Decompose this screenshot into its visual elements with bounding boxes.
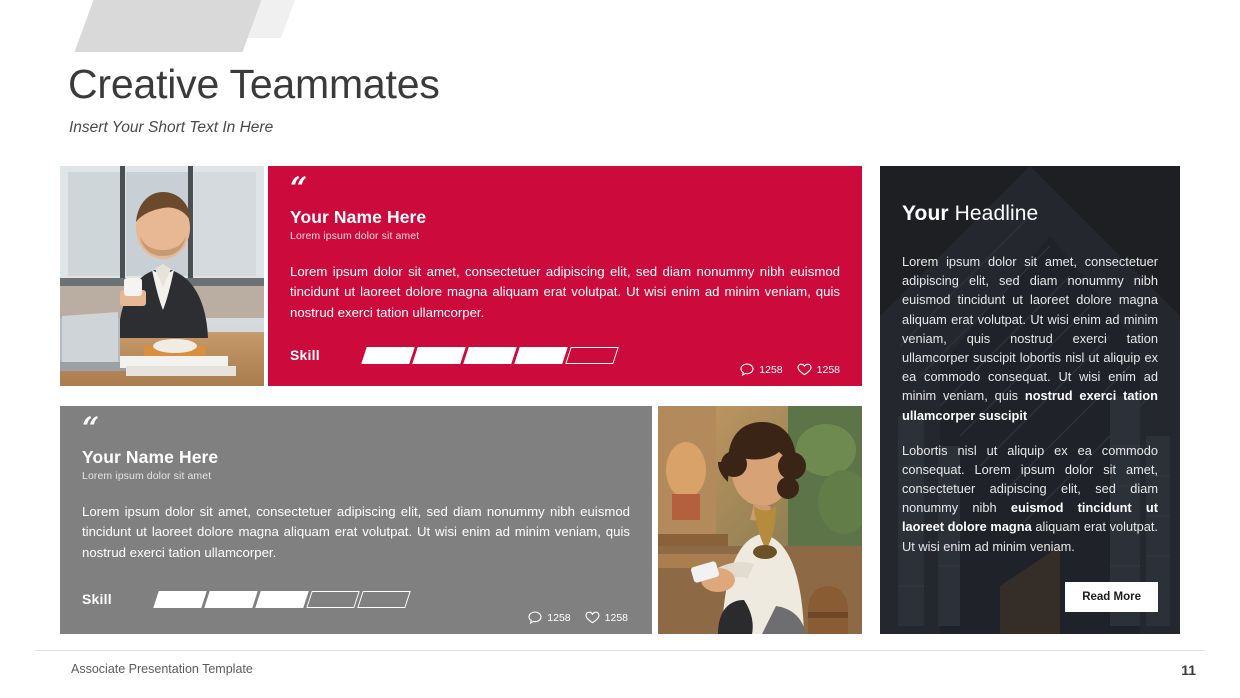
photo-woman xyxy=(658,406,862,634)
skill-segment xyxy=(514,346,568,364)
photo-businessman xyxy=(60,166,264,386)
skill-meter: Skill xyxy=(290,346,840,364)
like-count: 1258 xyxy=(604,611,628,624)
skill-label: Skill xyxy=(290,347,320,364)
businessman-photo-illustration xyxy=(60,166,264,386)
footer-divider xyxy=(35,650,1205,651)
page-subtitle: Insert Your Short Text In Here xyxy=(69,119,274,136)
skill-track[interactable] xyxy=(361,346,619,364)
card-description: Lorem ipsum dolor sit amet, consectetuer… xyxy=(82,503,630,560)
quote-icon: “ xyxy=(82,411,99,446)
read-more-button[interactable]: Read More xyxy=(1065,582,1158,612)
page-title: Creative Teammates xyxy=(68,61,440,107)
skill-track[interactable] xyxy=(153,590,411,608)
skill-label: Skill xyxy=(82,591,112,608)
card-description: Lorem ipsum dolor sit amet, consectetuer… xyxy=(290,263,840,320)
decorative-parallelogram-front xyxy=(74,0,262,52)
skill-segment xyxy=(153,590,207,608)
heart-icon xyxy=(797,363,812,376)
paragraph-1-plain: Lorem ipsum dolor sit amet, consectetuer… xyxy=(902,254,1158,404)
comment-stat[interactable]: 1258 xyxy=(528,611,571,624)
dark-card-paragraph-2: Lobortis nisl ut aliquip ex ea commodo c… xyxy=(902,441,1158,556)
dark-card-content: Your Headline Lorem ipsum dolor sit amet… xyxy=(880,166,1180,556)
presentation-slide: Creative Teammates Insert Your Short Tex… xyxy=(0,0,1240,698)
like-stat[interactable]: 1258 xyxy=(797,363,840,376)
headline-regular-part: Headline xyxy=(948,202,1039,225)
heart-icon xyxy=(585,611,600,624)
skill-segment xyxy=(412,346,466,364)
skill-segment xyxy=(565,346,619,364)
skill-segment xyxy=(361,346,415,364)
skill-segment xyxy=(357,590,411,608)
comment-icon xyxy=(740,363,754,376)
skill-segment xyxy=(255,590,309,608)
engagement-stats: 1258 1258 xyxy=(740,363,840,376)
quote-icon: “ xyxy=(290,171,307,206)
comment-icon xyxy=(528,611,542,624)
skill-segment xyxy=(204,590,258,608)
skill-meter: Skill xyxy=(82,590,630,608)
like-count: 1258 xyxy=(816,363,840,376)
profile-card-red: “ Your Name Here Lorem ipsum dolor sit a… xyxy=(268,166,862,386)
comment-count: 1258 xyxy=(547,611,571,624)
skill-segment xyxy=(306,590,360,608)
dark-card-paragraph-1: Lorem ipsum dolor sit amet, consectetuer… xyxy=(902,252,1158,425)
footer-label: Associate Presentation Template xyxy=(71,662,253,676)
person-role: Lorem ipsum dolor sit amet xyxy=(82,469,212,482)
profile-card-gray: “ Your Name Here Lorem ipsum dolor sit a… xyxy=(60,406,652,634)
comment-count: 1258 xyxy=(759,363,783,376)
highlight-card-dark: Your Headline Lorem ipsum dolor sit amet… xyxy=(880,166,1180,634)
page-number: 11 xyxy=(1181,662,1196,678)
engagement-stats: 1258 1258 xyxy=(528,611,628,624)
headline-bold-part: Your xyxy=(902,202,949,225)
person-name: Your Name Here xyxy=(82,446,219,467)
like-stat[interactable]: 1258 xyxy=(585,611,628,624)
dark-card-headline: Your Headline xyxy=(902,202,1158,226)
comment-stat[interactable]: 1258 xyxy=(740,363,783,376)
person-name: Your Name Here xyxy=(290,206,427,227)
person-role: Lorem ipsum dolor sit amet xyxy=(290,229,420,242)
skill-segment xyxy=(463,346,517,364)
woman-photo-illustration xyxy=(658,406,862,634)
